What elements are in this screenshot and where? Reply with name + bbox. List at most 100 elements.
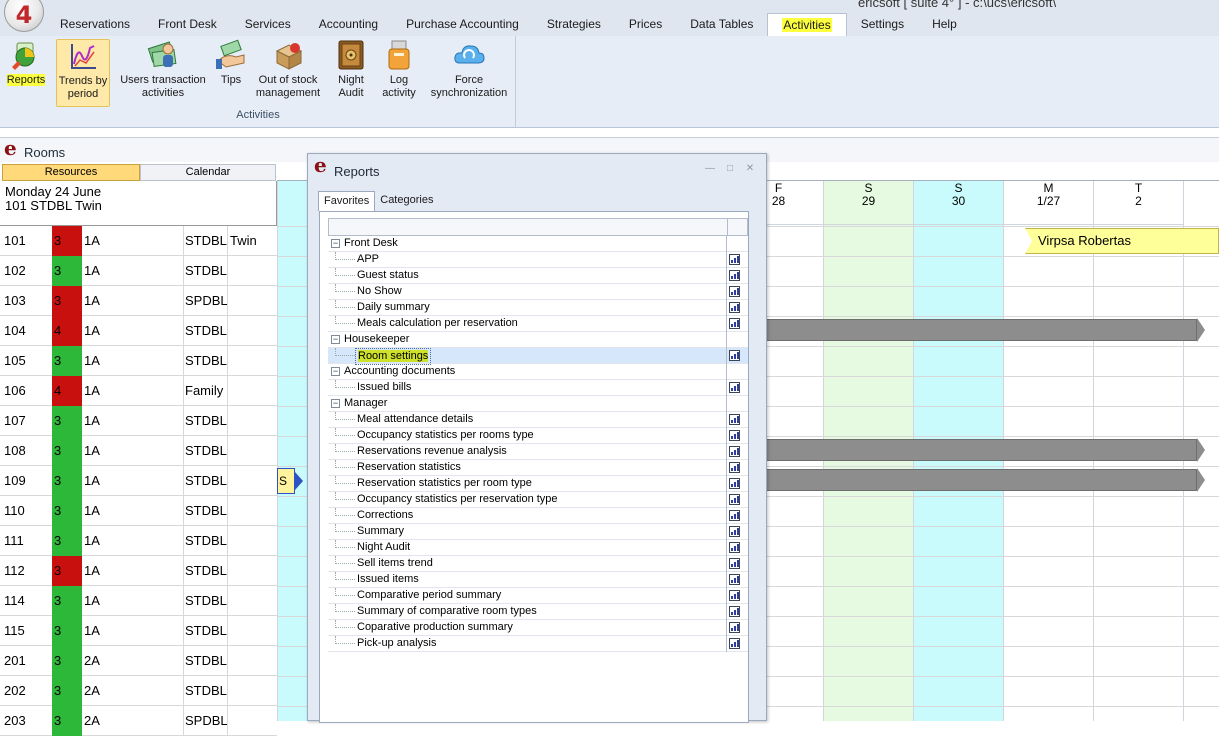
room-row[interactable]: 108 3 1A STDBL — [0, 436, 277, 466]
menu-tab-front-desk[interactable]: Front Desk — [144, 13, 231, 36]
collapse-icon[interactable]: − — [331, 335, 340, 344]
tree-report-item[interactable]: Comparative period summary — [328, 588, 748, 604]
room-row[interactable]: 202 3 2A STDBL — [0, 676, 277, 706]
force-synchronization-button[interactable]: Force synchronization — [426, 39, 512, 107]
room-row[interactable]: 114 3 1A STDBL — [0, 586, 277, 616]
tree-category[interactable]: − Housekeeper — [328, 332, 748, 348]
tree-report-item[interactable]: Reservation statistics — [328, 460, 748, 476]
menu-tab-help[interactable]: Help — [918, 13, 971, 36]
guest-booking[interactable]: Virpsa Robertas — [1025, 228, 1219, 254]
menu-tab-strategies[interactable]: Strategies — [533, 13, 615, 36]
tab-calendar[interactable]: Calendar — [140, 164, 276, 181]
tree-category[interactable]: − Front Desk — [328, 236, 748, 252]
menu-tab-activities[interactable]: Activities — [767, 13, 847, 36]
report-chart-icon[interactable] — [729, 510, 740, 521]
tree-report-item[interactable]: Issued bills — [328, 380, 748, 396]
report-chart-icon[interactable] — [729, 446, 740, 457]
report-chart-icon[interactable] — [729, 638, 740, 649]
tree-report-item[interactable]: Night Audit — [328, 540, 748, 556]
collapse-icon[interactable]: − — [331, 367, 340, 376]
tree-category[interactable]: − Accounting documents — [328, 364, 748, 380]
report-chart-icon[interactable] — [729, 606, 740, 617]
report-chart-icon[interactable] — [729, 302, 740, 313]
report-chart-icon[interactable] — [729, 286, 740, 297]
tree-report-item[interactable]: Guest status — [328, 268, 748, 284]
menu-tab-prices[interactable]: Prices — [615, 13, 676, 36]
tree-report-item[interactable]: Corrections — [328, 508, 748, 524]
report-chart-icon[interactable] — [729, 350, 740, 361]
booking-marker[interactable]: S — [277, 468, 303, 494]
collapse-icon[interactable]: − — [331, 239, 340, 248]
report-chart-icon[interactable] — [729, 590, 740, 601]
tree-report-item[interactable]: No Show — [328, 284, 748, 300]
room-row[interactable]: 103 3 1A SPDBL — [0, 286, 277, 316]
tree-report-item[interactable]: Daily summary — [328, 300, 748, 316]
users-transaction-activities-button[interactable]: Users transaction activities — [114, 39, 212, 107]
report-chart-icon[interactable] — [729, 462, 740, 473]
room-row[interactable]: 110 3 1A STDBL — [0, 496, 277, 526]
report-chart-icon[interactable] — [729, 526, 740, 537]
booking-bar[interactable] — [757, 439, 1197, 461]
room-row[interactable]: 115 3 1A STDBL — [0, 616, 277, 646]
room-row[interactable]: 107 3 1A STDBL — [0, 406, 277, 436]
tab-favorites[interactable]: Favorites — [318, 191, 376, 211]
menu-tab-reservations[interactable]: Reservations — [46, 13, 144, 36]
tree-category[interactable]: − Manager — [328, 396, 748, 412]
report-chart-icon[interactable] — [729, 254, 740, 265]
menu-tab-services[interactable]: Services — [231, 13, 305, 36]
report-chart-icon[interactable] — [729, 558, 740, 569]
tab-resources[interactable]: Resources — [2, 164, 140, 181]
tree-report-item[interactable]: Summary — [328, 524, 748, 540]
report-chart-icon[interactable] — [729, 478, 740, 489]
tree-report-item[interactable]: Meals calculation per reservation — [328, 316, 748, 332]
out-of-stock-management-button[interactable]: Out of stock management — [252, 39, 324, 107]
tree-report-item[interactable]: Occupancy statistics per rooms type — [328, 428, 748, 444]
report-chart-icon[interactable] — [729, 542, 740, 553]
tree-report-item[interactable]: Room settings — [328, 348, 748, 365]
room-row[interactable]: 101 3 1A STDBL Twin — [0, 226, 277, 256]
report-chart-icon[interactable] — [729, 494, 740, 505]
trends-by-period-button[interactable]: Trends by period — [56, 39, 110, 107]
log-activity-button[interactable]: Log activity — [378, 39, 420, 107]
room-row[interactable]: 111 3 1A STDBL — [0, 526, 277, 556]
room-row[interactable]: 104 4 1A STDBL — [0, 316, 277, 346]
minimize-icon[interactable]: — — [704, 164, 716, 174]
tree-report-item[interactable]: Sell items trend — [328, 556, 748, 572]
report-chart-icon[interactable] — [729, 318, 740, 329]
collapse-icon[interactable]: − — [331, 399, 340, 408]
reports-button[interactable]: Reports — [2, 39, 50, 107]
room-row[interactable]: 109 3 1A STDBL — [0, 466, 277, 496]
menu-tab-purchase-accounting[interactable]: Purchase Accounting — [392, 13, 533, 36]
report-chart-icon[interactable] — [729, 382, 740, 393]
room-row[interactable]: 102 3 1A STDBL — [0, 256, 277, 286]
report-chart-icon[interactable] — [729, 414, 740, 425]
tree-report-item[interactable]: Summary of comparative room types — [328, 604, 748, 620]
menu-tab-accounting[interactable]: Accounting — [305, 13, 392, 36]
booking-bar[interactable] — [757, 319, 1197, 341]
room-row[interactable]: 201 3 2A STDBL — [0, 646, 277, 676]
app-logo[interactable]: 4 — [4, 0, 44, 32]
tab-categories[interactable]: Categories — [375, 191, 438, 211]
tree-report-item[interactable]: Issued items — [328, 572, 748, 588]
room-row[interactable]: 112 3 1A STDBL — [0, 556, 277, 586]
tree-report-item[interactable]: Meal attendance details — [328, 412, 748, 428]
tree-report-item[interactable]: APP — [328, 252, 748, 268]
tree-report-item[interactable]: Reservation statistics per room type — [328, 476, 748, 492]
report-chart-icon[interactable] — [729, 270, 740, 281]
menu-tab-settings[interactable]: Settings — [847, 13, 918, 36]
night-audit-button[interactable]: Night Audit — [331, 39, 371, 107]
tips-button[interactable]: Tips — [214, 39, 248, 107]
room-row[interactable]: 203 3 2A SPDBL — [0, 706, 277, 736]
tree-report-item[interactable]: Pick-up analysis — [328, 636, 748, 652]
tree-report-item[interactable]: Coparative production summary — [328, 620, 748, 636]
booking-bar[interactable] — [757, 469, 1197, 491]
room-row[interactable]: 105 3 1A STDBL — [0, 346, 277, 376]
report-chart-icon[interactable] — [729, 622, 740, 633]
tree-report-item[interactable]: Occupancy statistics per reservation typ… — [328, 492, 748, 508]
maximize-icon[interactable]: □ — [724, 164, 736, 174]
close-icon[interactable]: ✕ — [744, 164, 756, 174]
room-row[interactable]: 106 4 1A Family — [0, 376, 277, 406]
tree-report-item[interactable]: Reservations revenue analysis — [328, 444, 748, 460]
report-chart-icon[interactable] — [729, 574, 740, 585]
report-chart-icon[interactable] — [729, 430, 740, 441]
